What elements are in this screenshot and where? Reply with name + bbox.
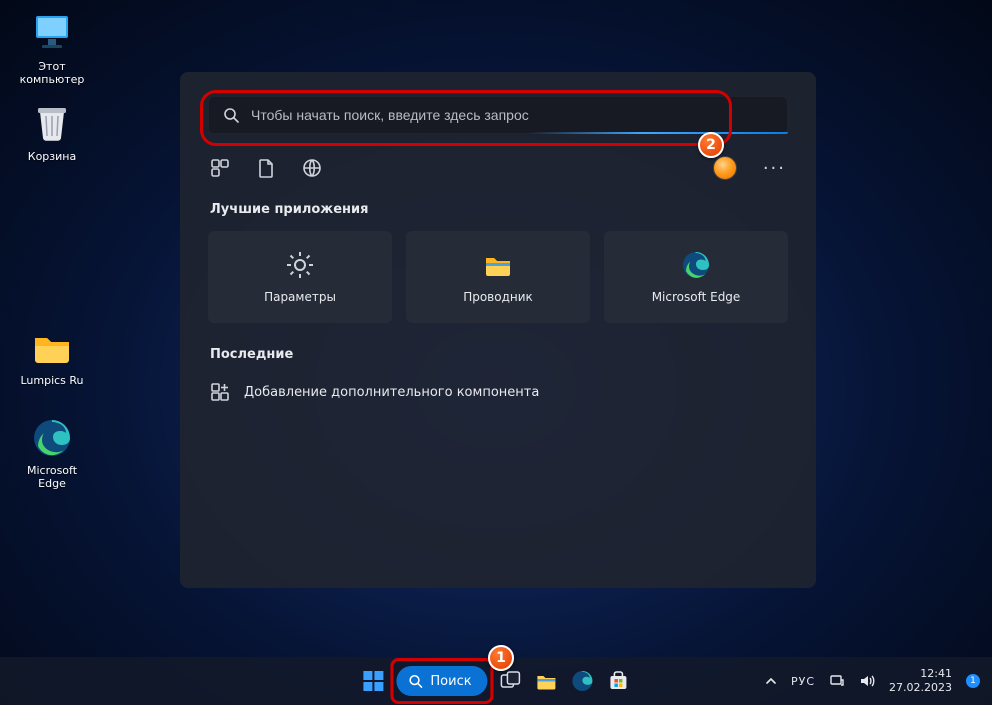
monitor-icon (30, 12, 74, 56)
tab-web-icon[interactable] (302, 158, 322, 178)
taskbar-explorer[interactable] (534, 668, 560, 694)
taskbar-store[interactable] (606, 668, 632, 694)
tab-apps-icon[interactable] (210, 158, 230, 178)
app-card-label: Microsoft Edge (652, 290, 741, 304)
folder-icon (30, 326, 74, 370)
start-button[interactable] (360, 668, 386, 694)
recent-item[interactable]: Добавление дополнительного компонента (208, 376, 788, 408)
taskbar-center: Поиск (360, 666, 631, 696)
folder-icon (483, 250, 513, 280)
app-card-label: Проводник (463, 290, 533, 304)
taskbar-search-button[interactable]: Поиск (396, 666, 487, 696)
app-card-label: Параметры (264, 290, 336, 304)
best-apps-title: Лучшие приложения (210, 202, 786, 217)
taskbar-search-label: Поиск (430, 674, 471, 689)
app-card-explorer[interactable]: Проводник (406, 231, 590, 323)
annotation-badge-1: 1 (488, 645, 514, 671)
edge-icon (30, 416, 74, 460)
tray-network-icon[interactable] (829, 673, 845, 689)
tray-date: 27.02.2023 (889, 681, 952, 695)
best-apps-row: Параметры Проводник Microsoft Edge (208, 231, 788, 323)
recent-item-label: Добавление дополнительного компонента (244, 385, 539, 400)
taskbar-tray: РУС 12:41 27.02.2023 1 (765, 667, 980, 695)
trash-icon (30, 102, 74, 146)
app-card-settings[interactable]: Параметры (208, 231, 392, 323)
filter-tabs: ··· (210, 156, 786, 180)
tray-time: 12:41 (889, 667, 952, 681)
desktop-icon-label: Microsoft Edge (27, 464, 77, 490)
tray-clock[interactable]: 12:41 27.02.2023 (889, 667, 952, 695)
search-icon (408, 674, 422, 688)
search-box[interactable] (208, 96, 788, 134)
desktop-icon-edge[interactable]: Microsoft Edge (12, 416, 92, 490)
taskbar-task-view[interactable] (498, 668, 524, 694)
desktop-icon-label: Корзина (28, 150, 76, 163)
desktop-icon-label: Этот компьютер (20, 60, 85, 86)
recent-title: Последние (210, 347, 786, 362)
desktop-icon-folder[interactable]: Lumpics Ru (12, 326, 92, 387)
desktop-icon-label: Lumpics Ru (20, 374, 83, 387)
more-button[interactable]: ··· (763, 158, 786, 179)
annotation-badge-2: 2 (698, 132, 724, 158)
search-icon (223, 107, 239, 123)
tray-notification-badge[interactable]: 1 (966, 674, 980, 688)
search-input[interactable] (251, 107, 773, 123)
tab-documents-icon[interactable] (256, 158, 276, 178)
desktop-icon-this-pc[interactable]: Этот компьютер (12, 12, 92, 86)
user-avatar[interactable] (713, 156, 737, 180)
desktop-icon-recycle-bin[interactable]: Корзина (12, 102, 92, 163)
tray-volume-icon[interactable] (859, 673, 875, 689)
tray-language[interactable]: РУС (791, 675, 815, 688)
settings-icon (285, 250, 315, 280)
app-card-edge[interactable]: Microsoft Edge (604, 231, 788, 323)
edge-icon (681, 250, 711, 280)
add-component-icon (210, 382, 230, 402)
taskbar-edge[interactable] (570, 668, 596, 694)
search-underline (208, 132, 788, 134)
tray-overflow[interactable] (765, 675, 777, 687)
